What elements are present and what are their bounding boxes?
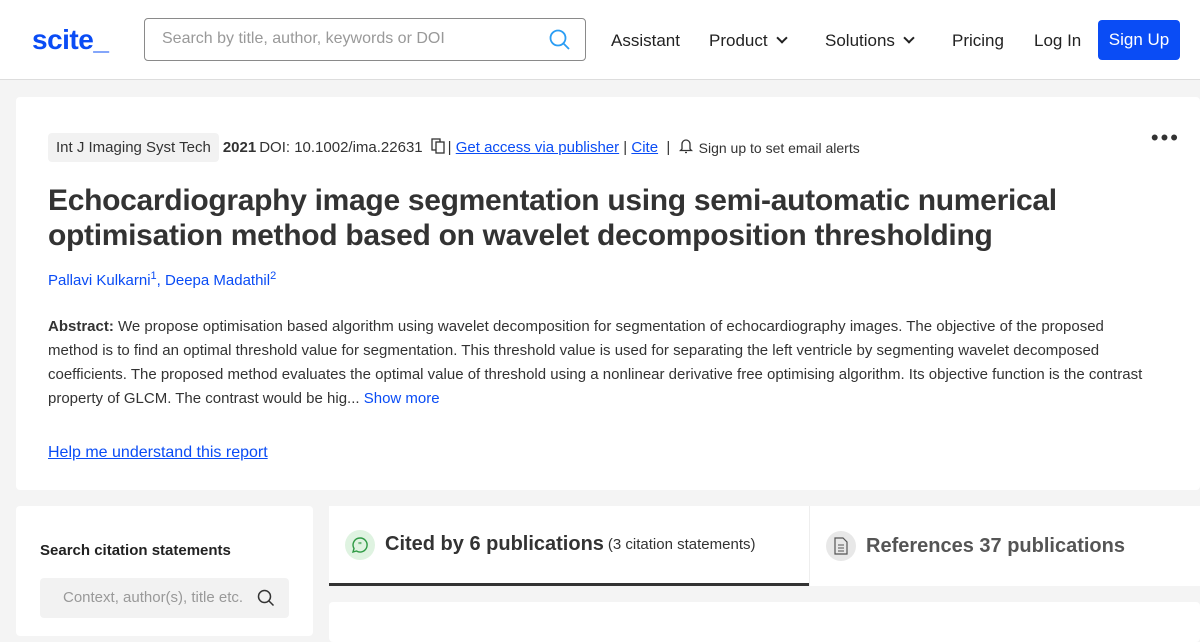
login-link[interactable]: Log In bbox=[1034, 31, 1081, 51]
logo[interactable]: scite_ bbox=[32, 24, 109, 56]
author-link[interactable]: Pallavi Kulkarni bbox=[48, 272, 151, 289]
more-options-icon[interactable]: ••• bbox=[1151, 125, 1180, 151]
references-label: References 37 publications bbox=[866, 534, 1125, 557]
nav-pricing[interactable]: Pricing bbox=[952, 31, 1004, 51]
svg-text:": " bbox=[358, 541, 362, 550]
author-link[interactable]: Deepa Madathil bbox=[165, 272, 270, 289]
paper-meta: Int J Imaging Syst Tech 2021 DOI: 10.100… bbox=[48, 133, 860, 162]
abstract: Abstract: We propose optimisation based … bbox=[48, 315, 1148, 411]
nav-product[interactable]: Product bbox=[709, 31, 788, 51]
chevron-down-icon bbox=[775, 32, 788, 44]
nav-solutions[interactable]: Solutions bbox=[825, 31, 915, 51]
doi: DOI: 10.1002/ima.22631 bbox=[259, 139, 423, 156]
citation-tabs: " Cited by 6 publications (3 citation sta… bbox=[329, 506, 1200, 586]
journal-badge[interactable]: Int J Imaging Syst Tech bbox=[48, 133, 219, 162]
abstract-text: We propose optimisation based algorithm … bbox=[48, 318, 1143, 407]
help-link[interactable]: Help me understand this report bbox=[48, 444, 268, 462]
citation-search-panel: Search citation statements bbox=[16, 506, 313, 636]
quote-bubble-icon: " bbox=[345, 529, 375, 560]
nav-solutions-label: Solutions bbox=[825, 31, 895, 50]
citation-search-input[interactable] bbox=[63, 589, 258, 606]
access-link[interactable]: Get access via publisher bbox=[456, 139, 619, 156]
search-box[interactable] bbox=[144, 18, 586, 61]
show-more-link[interactable]: Show more bbox=[364, 390, 440, 407]
citation-list bbox=[329, 602, 1200, 642]
copy-icon[interactable] bbox=[430, 137, 445, 158]
paper-title: Echocardiography image segmentation usin… bbox=[48, 184, 1057, 252]
search-input[interactable] bbox=[162, 30, 532, 48]
citation-statements-count: (3 citation statements) bbox=[607, 536, 756, 553]
year: 2021 bbox=[222, 139, 257, 156]
email-alerts-link[interactable]: Sign up to set email alerts bbox=[699, 140, 860, 156]
author-affiliation: 2 bbox=[270, 270, 277, 282]
citation-search-title: Search citation statements bbox=[40, 542, 231, 559]
header: scite_ Assistant Product Solutions Prici… bbox=[0, 0, 1200, 80]
author-affiliation: 1 bbox=[150, 270, 157, 282]
signup-button[interactable]: Sign Up bbox=[1098, 20, 1180, 60]
citation-search-box[interactable] bbox=[40, 578, 289, 618]
paper-card: Int J Imaging Syst Tech 2021 DOI: 10.100… bbox=[16, 97, 1200, 490]
search-icon[interactable] bbox=[549, 29, 571, 56]
abstract-label: Abstract: bbox=[48, 318, 114, 335]
document-icon bbox=[826, 531, 856, 561]
chevron-down-icon bbox=[903, 32, 915, 44]
cited-by-label: Cited by 6 publications bbox=[385, 533, 604, 555]
nav-assistant[interactable]: Assistant bbox=[611, 31, 680, 51]
bell-icon[interactable] bbox=[678, 138, 693, 158]
tab-references[interactable]: References 37 publications bbox=[809, 506, 1200, 586]
cite-link[interactable]: Cite bbox=[631, 139, 658, 156]
nav-product-label: Product bbox=[709, 31, 768, 50]
authors: Pallavi Kulkarni1, Deepa Madathil2 bbox=[48, 270, 277, 289]
tab-cited-by[interactable]: " Cited by 6 publications (3 citation sta… bbox=[329, 506, 809, 586]
search-icon[interactable] bbox=[257, 589, 275, 612]
